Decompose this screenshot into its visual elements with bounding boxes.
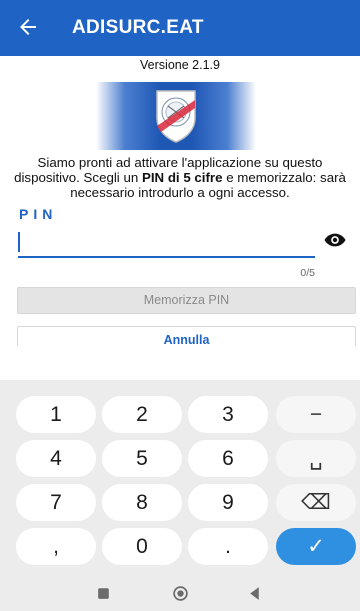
- key-6[interactable]: 6: [188, 440, 268, 477]
- home-icon[interactable]: [172, 585, 189, 602]
- key-8[interactable]: 8: [102, 484, 182, 521]
- arrow-left-icon[interactable]: [16, 15, 40, 39]
- key-comma[interactable]: ,: [16, 528, 96, 565]
- key-0[interactable]: 0: [102, 528, 182, 565]
- shield-icon: [156, 90, 196, 143]
- key-3[interactable]: 3: [188, 396, 268, 433]
- key-period[interactable]: .: [188, 528, 268, 565]
- back-triangle-icon[interactable]: [246, 585, 263, 602]
- key-7[interactable]: 7: [16, 484, 96, 521]
- intro-text: Siamo pronti ad attivare l'applicazione …: [14, 155, 346, 200]
- key-2[interactable]: 2: [102, 396, 182, 433]
- key-9[interactable]: 9: [188, 484, 268, 521]
- app-title: ADISURC.EAT: [72, 17, 204, 38]
- intro-text-bold: PIN di 5 cifre: [141, 170, 223, 185]
- key-confirm[interactable]: ✓: [276, 528, 356, 565]
- system-nav-bar: [0, 576, 360, 611]
- cancel-button[interactable]: Annulla: [17, 326, 356, 346]
- recents-icon[interactable]: [95, 585, 112, 602]
- key-minus[interactable]: −: [276, 396, 356, 433]
- pin-counter: 0/5: [300, 267, 315, 279]
- key-space[interactable]: ␣: [276, 440, 356, 477]
- eye-icon[interactable]: [324, 232, 346, 248]
- logo-banner: [96, 82, 256, 150]
- key-1[interactable]: 1: [16, 396, 96, 433]
- key-5[interactable]: 5: [102, 440, 182, 477]
- app-bar: ADISURC.EAT: [0, 0, 360, 56]
- text-caret: [18, 232, 20, 252]
- version-label: Versione 2.1.9: [140, 58, 220, 72]
- key-4[interactable]: 4: [16, 440, 96, 477]
- numeric-keyboard: 1 2 3 − 4 5 6 ␣ 7 8 9 ⌫ , 0 . ✓: [0, 380, 360, 576]
- save-pin-button[interactable]: Memorizza PIN: [17, 287, 356, 314]
- pin-label: PIN: [19, 206, 58, 222]
- key-backspace[interactable]: ⌫: [276, 484, 356, 521]
- pin-input[interactable]: [18, 226, 315, 258]
